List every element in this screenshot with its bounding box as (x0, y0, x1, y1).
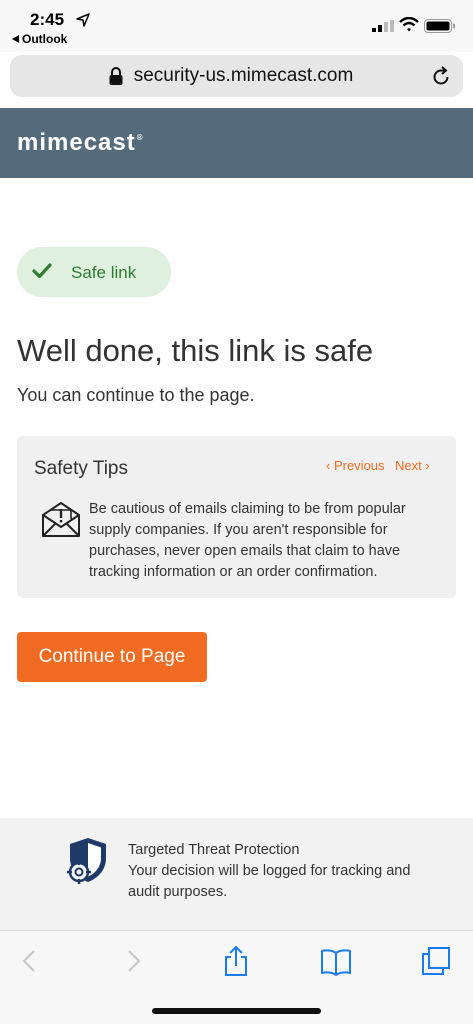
mimecast-logo: mimecast® (17, 129, 144, 156)
threat-protection-footer: Targeted Threat Protection Your decision… (0, 818, 473, 930)
footer-text: Your decision will be logged for trackin… (128, 863, 411, 900)
back-icon[interactable] (14, 945, 46, 977)
forward-icon[interactable] (117, 945, 149, 977)
check-icon (32, 263, 52, 279)
back-app-label: Outlook (22, 32, 68, 46)
clock: 2:45 (30, 10, 65, 29)
reload-icon[interactable] (430, 65, 452, 87)
bookmarks-icon[interactable] (320, 945, 352, 977)
previous-label: Previous (333, 458, 385, 473)
share-icon[interactable] (220, 945, 252, 977)
home-indicator[interactable] (152, 1008, 321, 1014)
next-label: Next (395, 458, 422, 473)
safety-tip-text: Be cautious of emails claiming to be fro… (89, 501, 406, 580)
back-to-app-link[interactable]: Outlook (12, 32, 67, 46)
address-bar[interactable]: security-us.mimecast.com (10, 55, 463, 97)
location-arrow-icon (76, 13, 90, 27)
tabs-icon[interactable] (420, 945, 452, 977)
envelope-alert-icon (42, 502, 80, 537)
back-triangle-icon (12, 35, 19, 43)
url-text: security-us.mimecast.com (133, 65, 354, 86)
continue-to-page-button[interactable]: Continue to Page (17, 632, 207, 682)
footer-title: Targeted Threat Protection (128, 842, 300, 858)
battery-icon (424, 19, 455, 33)
wifi-icon (399, 17, 419, 32)
safe-link-label: Safe link (71, 263, 137, 282)
safety-tips-panel: Safety Tips ‹ Previous Next › Be cautiou… (17, 436, 456, 598)
page-title: Well done, this link is safe (17, 333, 374, 368)
safety-tips-title: Safety Tips (34, 458, 128, 479)
previous-tip-link[interactable]: ‹ Previous (326, 458, 385, 473)
safe-link-badge: Safe link (17, 247, 171, 297)
mimecast-header: mimecast® (0, 108, 473, 178)
shield-target-icon (67, 838, 106, 884)
page-subtitle: You can continue to the page. (17, 385, 255, 405)
status-bar: 2:45 Outlook (0, 0, 473, 52)
signal-icon (372, 20, 394, 32)
next-tip-link[interactable]: Next › (395, 458, 430, 473)
